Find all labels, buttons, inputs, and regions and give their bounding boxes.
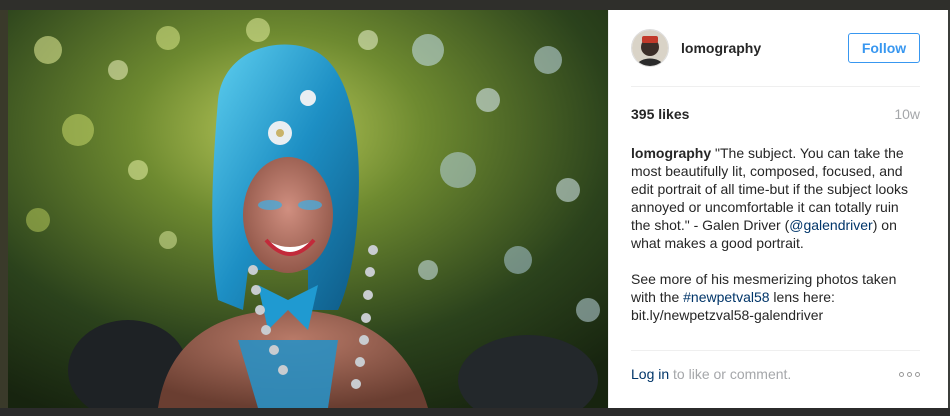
login-link[interactable]: Log in (631, 366, 669, 382)
caption-username[interactable]: lomography (631, 145, 711, 161)
more-dot-1 (899, 371, 904, 377)
login-suffix: to like or comment. (669, 366, 792, 382)
more-dot-3 (915, 371, 920, 377)
post-details-panel: lomography Follow 395 likes 10w lomograp… (608, 10, 948, 408)
post-caption: lomography "The subject. You can take th… (631, 144, 922, 324)
more-options-icon[interactable] (899, 371, 920, 377)
more-dot-2 (907, 371, 912, 377)
footer-divider (631, 350, 920, 351)
avatar[interactable] (631, 29, 669, 67)
caption-paragraph-1: lomography "The subject. You can take th… (631, 144, 922, 252)
caption-text-4: lens here: (769, 289, 835, 305)
post-modal: lomography Follow 395 likes 10w lomograp… (8, 10, 948, 408)
post-footer: Log in to like or comment. (631, 366, 920, 382)
likes-count[interactable]: 395 likes (631, 106, 689, 122)
likes-row: 395 likes 10w (631, 106, 920, 122)
backdrop-bottom-strip (0, 408, 950, 416)
lomography-avatar-icon (632, 30, 668, 66)
post-header: lomography Follow (631, 28, 920, 68)
header-divider (631, 86, 920, 87)
caption-url-text: bit.ly/newpetzval58-galendriver (631, 307, 824, 323)
caption-paragraph-2: See more of his mesmerizing photos taken… (631, 270, 922, 324)
post-username[interactable]: lomography (681, 40, 848, 56)
post-photo[interactable] (8, 10, 608, 408)
login-prompt: Log in to like or comment. (631, 366, 791, 382)
portrait-image (8, 10, 608, 408)
caption-mention-link[interactable]: @galendriver (789, 217, 872, 233)
caption-hashtag-link[interactable]: #newpetval58 (683, 289, 769, 305)
backdrop-top-strip (0, 0, 950, 10)
follow-button[interactable]: Follow (848, 33, 920, 63)
post-timestamp[interactable]: 10w (894, 106, 920, 122)
